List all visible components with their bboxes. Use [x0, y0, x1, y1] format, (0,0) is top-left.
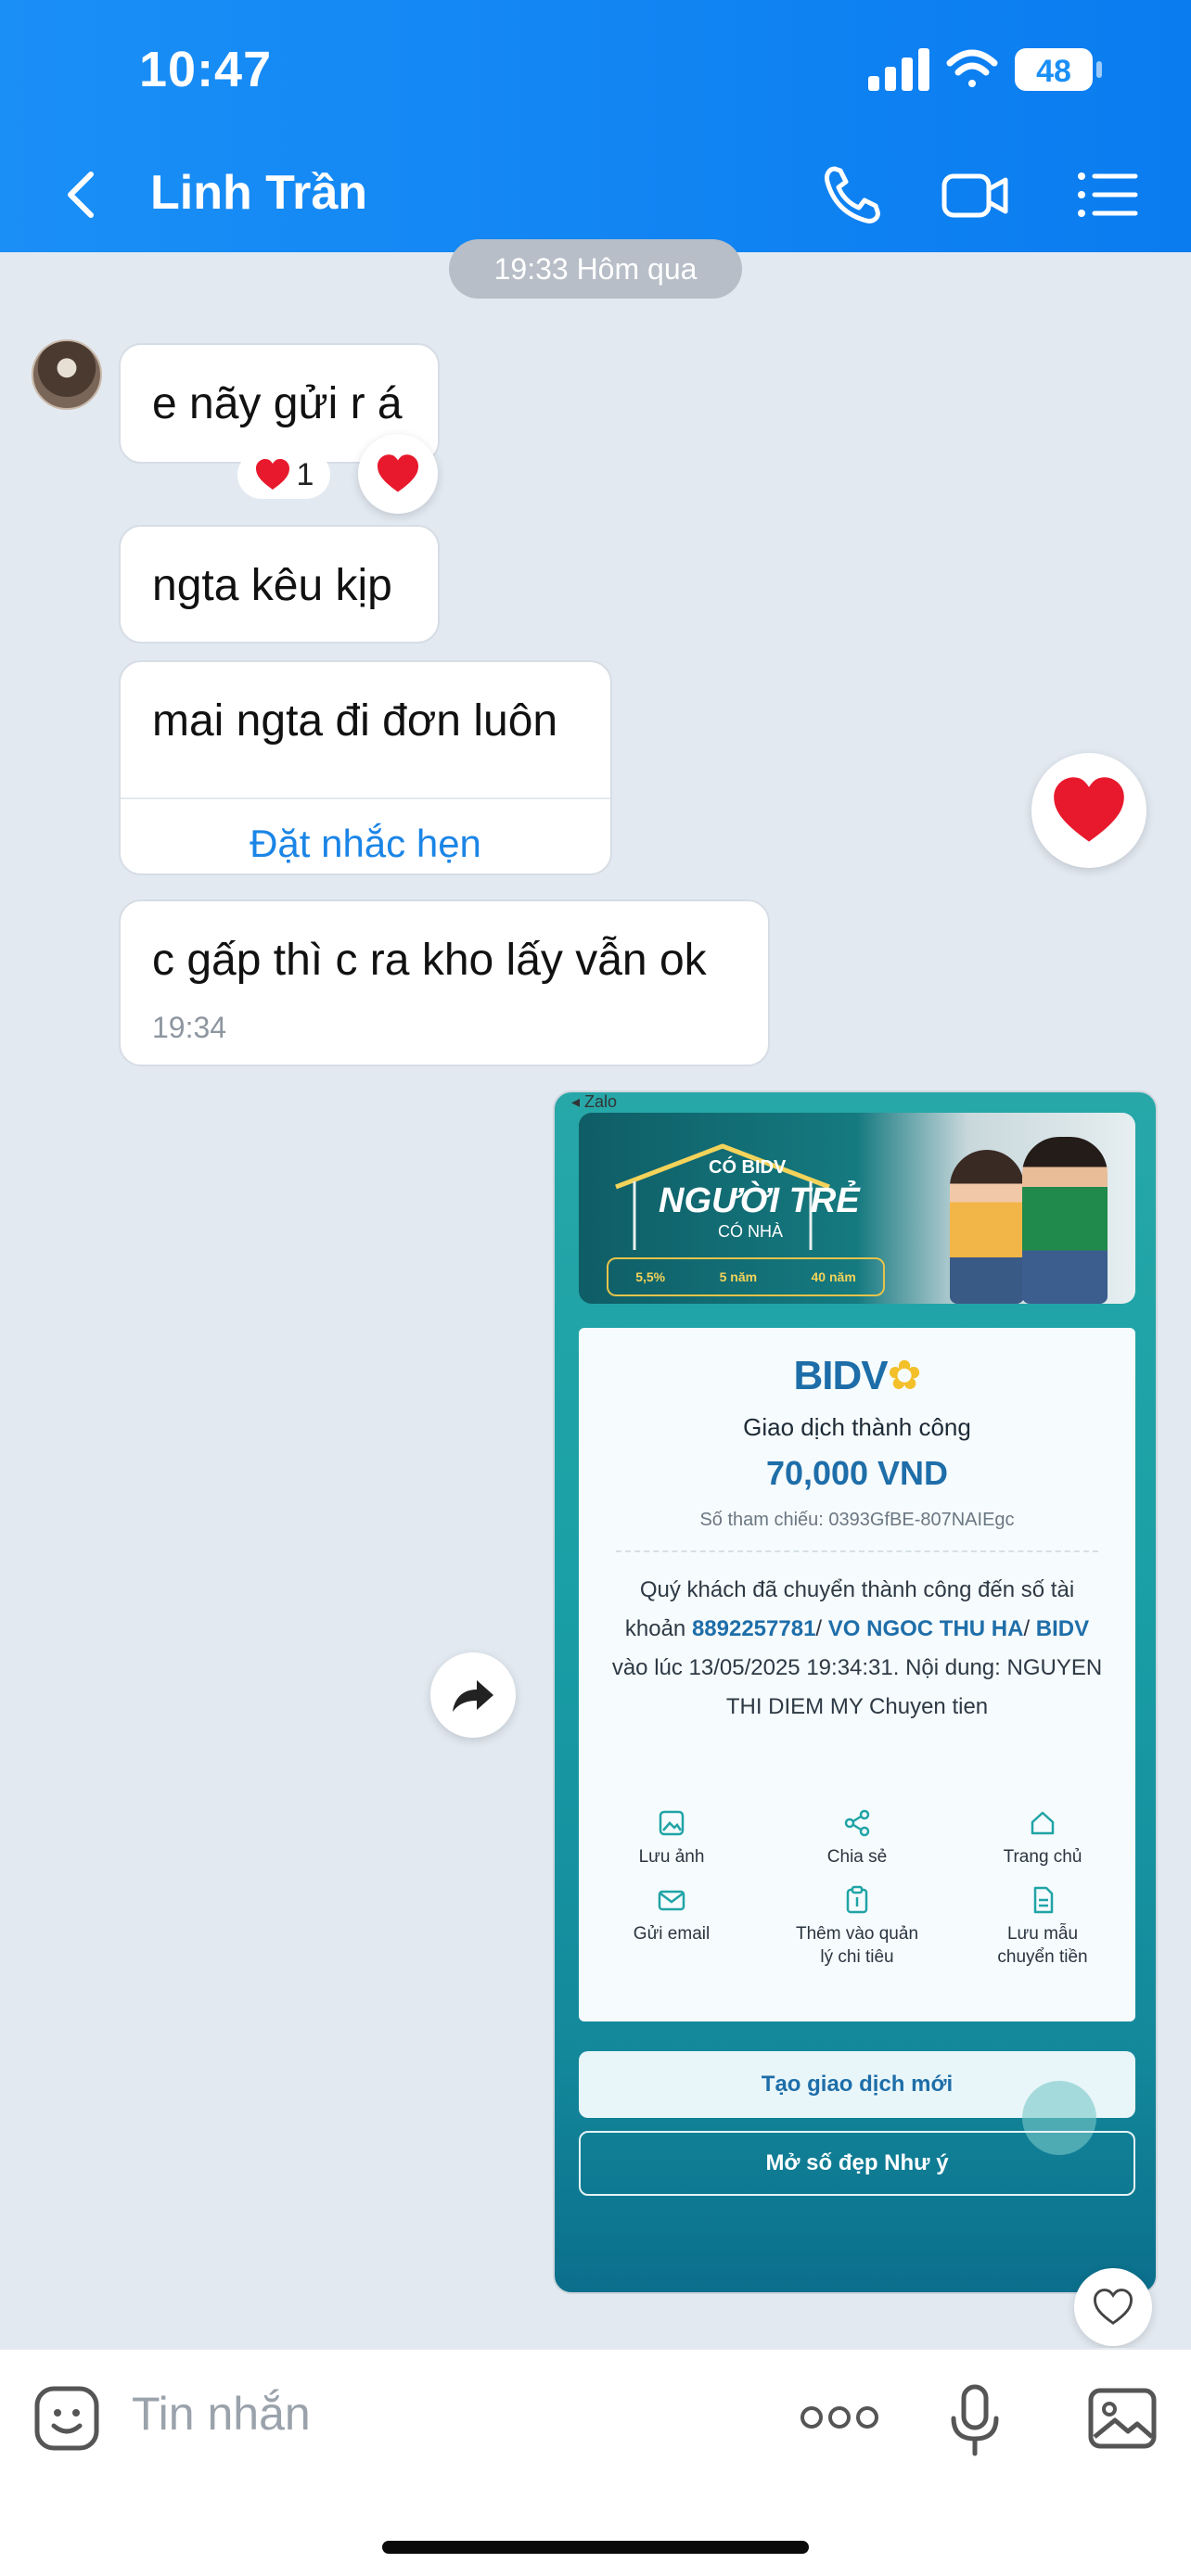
bank-name: BIDV	[1035, 1616, 1090, 1641]
transaction-description: Quý khách đã chuyển thành công đến số tà…	[611, 1577, 1103, 1719]
banner-line2: NGƯỜI TRẺ	[659, 1181, 860, 1220]
message-bubble[interactable]: ngta kêu kịp	[119, 525, 440, 644]
open-number-button: Mở số đẹp Như ý	[579, 2131, 1135, 2196]
avatar[interactable]	[32, 339, 102, 410]
transaction-amount: 70,000 VND	[765, 1454, 949, 1492]
message-text: e nãy gửi r á	[152, 379, 403, 428]
message-text: c gấp thì c ra kho lấy vẫn ok	[152, 936, 707, 985]
share-icon	[844, 1809, 870, 1837]
back-icon[interactable]	[54, 158, 109, 232]
react-button[interactable]	[1074, 2268, 1152, 2346]
receipt-image[interactable]: ◂ Zalo CÓ BIDV NGƯỜI TRẺ CÓ NHÀ 5,5% 5 n…	[553, 1090, 1158, 2294]
forward-button[interactable]	[430, 1652, 516, 1738]
sticker-icon[interactable]	[32, 2383, 102, 2454]
share-action: Chia sẻ	[764, 1808, 950, 1868]
battery-level: 48	[1036, 54, 1071, 89]
phone-call-icon[interactable]	[814, 158, 889, 232]
recipient-name: VO NGOC THU HA	[827, 1616, 1024, 1641]
image-icon	[659, 1810, 685, 1836]
banner-stat: 40 năm	[811, 1269, 856, 1284]
banner-line3: CÓ NHÀ	[718, 1222, 784, 1241]
heart-icon	[1054, 777, 1124, 842]
cellular-signal-icon	[868, 48, 929, 91]
home-indicator	[382, 2541, 809, 2554]
quick-heart-button[interactable]	[1031, 753, 1146, 868]
banner-stat: 5,5%	[635, 1269, 666, 1284]
bidv-logo-text: BIDV	[793, 1353, 889, 1398]
message-bubble[interactable]: mai ngta đi đơn luôn Đặt nhắc hẹn	[119, 660, 612, 875]
reaction-summary[interactable]: 1	[237, 451, 330, 499]
chat-header: 10:47 48 Linh Trần	[0, 0, 1191, 252]
document-icon	[1033, 1886, 1054, 1914]
transaction-card: BIDV✿ Giao dịch thành công 70,000 VND Số…	[579, 1328, 1135, 2021]
source-tag: ◂ Zalo	[571, 1092, 618, 1111]
video-call-icon[interactable]	[939, 158, 1013, 232]
transaction-status: Giao dịch thành công	[743, 1413, 971, 1441]
date-separator: 19:33 Hôm qua	[449, 239, 742, 299]
banner-person-image	[1022, 1137, 1108, 1304]
action-label: Lưu ảnh	[638, 1847, 705, 1867]
react-button[interactable]	[358, 434, 438, 514]
heart-icon	[255, 459, 289, 490]
status-time: 10:47	[139, 42, 273, 97]
reference-number: Số tham chiếu: 0393GfBE-807NAIEgc	[699, 1510, 1015, 1530]
save-image-action: Lưu ảnh	[579, 1808, 764, 1868]
menu-list-icon[interactable]	[1069, 158, 1143, 232]
account-number: 8892257781	[691, 1616, 816, 1641]
action-label: Gửi email	[633, 1924, 711, 1944]
message-input-bar: Tin nhắn	[0, 2348, 1191, 2576]
gallery-image-icon[interactable]	[1085, 2383, 1159, 2454]
contact-name[interactable]: Linh Trần	[150, 165, 367, 221]
receipt-actions: Lưu ảnh Chia sẻ Trang chủ Gửi email Thêm…	[579, 1808, 1135, 1969]
banner-person-image	[950, 1150, 1024, 1304]
wifi-icon	[946, 49, 998, 87]
status-icons: 48	[868, 48, 1102, 91]
clipboard-icon	[846, 1885, 868, 1914]
home-action: Trang chủ	[950, 1808, 1135, 1868]
send-email-action: Gửi email	[579, 1885, 764, 1969]
expense-action: Thêm vào quản lý chi tiêu	[764, 1885, 950, 1969]
more-options-icon[interactable]	[800, 2404, 879, 2431]
message-input[interactable]: Tin nhắn	[132, 2387, 311, 2441]
action-label: Trang chủ	[1003, 1847, 1082, 1867]
home-icon	[1031, 1811, 1055, 1835]
save-template-action: Lưu mẫu chuyển tiền	[950, 1885, 1135, 1969]
banner-line1: CÓ BIDV	[709, 1157, 787, 1178]
bidv-logo: BIDV✿	[793, 1353, 922, 1398]
banner-stats: 5,5% 5 năm 40 năm	[607, 1257, 885, 1296]
heart-outline-icon	[1094, 2289, 1133, 2325]
action-label: Thêm vào quản lý chi tiêu	[795, 1924, 919, 1967]
message-text: mai ngta đi đơn luôn	[152, 696, 558, 746]
promo-banner: CÓ BIDV NGƯỜI TRẺ CÓ NHÀ 5,5% 5 năm 40 n…	[579, 1113, 1135, 1304]
message-text: ngta kêu kịp	[152, 561, 392, 610]
action-label: Chia sẻ	[826, 1847, 888, 1867]
message-time: 19:34	[152, 1011, 227, 1044]
reaction-count-text: 1	[296, 456, 314, 492]
action-label: Lưu mẫu chuyển tiền	[997, 1924, 1088, 1967]
set-reminder-link[interactable]: Đặt nhắc hẹn	[121, 797, 610, 886]
heart-icon	[378, 454, 418, 492]
banner-stat: 5 năm	[719, 1269, 758, 1284]
message-bubble[interactable]: c gấp thì c ra kho lấy vẫn ok 19:34	[119, 899, 770, 1066]
divider	[616, 1550, 1098, 1552]
microphone-icon[interactable]	[946, 2383, 1004, 2457]
battery-icon: 48	[1015, 48, 1102, 91]
forward-arrow-icon	[453, 1680, 493, 1712]
mail-icon	[658, 1890, 685, 1911]
